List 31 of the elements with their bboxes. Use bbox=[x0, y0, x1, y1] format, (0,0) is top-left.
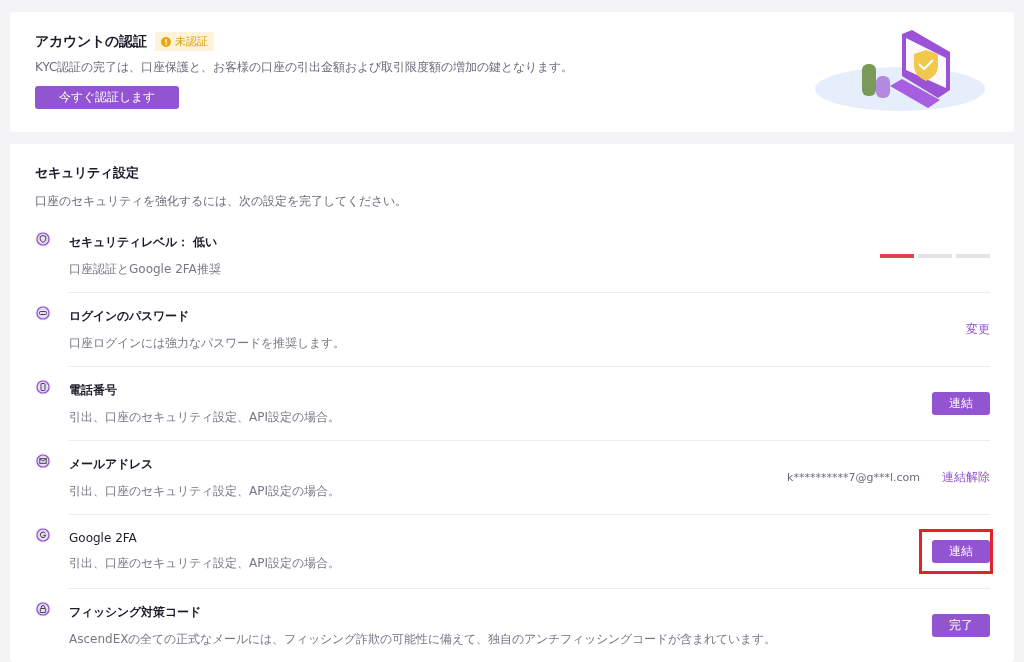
action-link[interactable]: 連結解除 bbox=[942, 469, 990, 486]
google-icon bbox=[35, 527, 51, 543]
security-title: セキュリティ設定 bbox=[35, 164, 140, 182]
setting-description: 引出、口座のセキュリティ設定、API設定の場合。 bbox=[69, 555, 340, 572]
action-button[interactable]: 連結 bbox=[932, 540, 990, 563]
phone-icon bbox=[35, 379, 51, 395]
password-icon bbox=[35, 305, 51, 321]
setting-title: 電話番号 bbox=[69, 381, 118, 399]
setting-description: 口座ログインには強力なパスワードを推奨します。 bbox=[69, 334, 345, 352]
mail-icon bbox=[35, 453, 51, 469]
action-button[interactable]: 連結 bbox=[932, 392, 990, 415]
setting-description: 引出、口座のセキュリティ設定、API設定の場合。 bbox=[69, 408, 340, 426]
setting-title: ログインのパスワード bbox=[69, 307, 190, 325]
verification-description: KYC認証の完了は、口座保護と、お客様の口座の引出金額および取引限度額の増加の鍵となります。 bbox=[35, 59, 574, 76]
setting-title: フィッシング対策コード bbox=[69, 603, 202, 621]
setting-description: 引出、口座のセキュリティ設定、API設定の場合。 bbox=[69, 482, 340, 500]
setting-description: 口座認証とGoogle 2FA推奨 bbox=[69, 260, 221, 278]
shield-icon bbox=[35, 231, 51, 247]
setting-title: Google 2FA bbox=[69, 531, 138, 545]
action-button[interactable]: 完了 bbox=[932, 614, 990, 637]
setting-title: セキュリティレベル： 低い bbox=[69, 233, 219, 251]
badge-text: 未認証 bbox=[175, 34, 208, 49]
lock-icon bbox=[35, 601, 51, 617]
setting-description: AscendEXの全ての正式なメールには、フィッシング詐欺の可能性に備えて、独自のアンチフィッシングコードが含まれています。 bbox=[69, 630, 777, 648]
masked-email: k**********7@g***l.com bbox=[787, 471, 920, 484]
setting-title: メールアドレス bbox=[69, 455, 154, 473]
verify-now-button[interactable]: 今すぐ認証します bbox=[35, 86, 179, 109]
action-link[interactable]: 変更 bbox=[966, 321, 990, 338]
security-subtitle: 口座のセキュリティを強化するには、次の設定を完了してください。 bbox=[35, 194, 408, 209]
verification-title: アカウントの認証 bbox=[35, 32, 147, 51]
warning-icon bbox=[161, 36, 171, 47]
